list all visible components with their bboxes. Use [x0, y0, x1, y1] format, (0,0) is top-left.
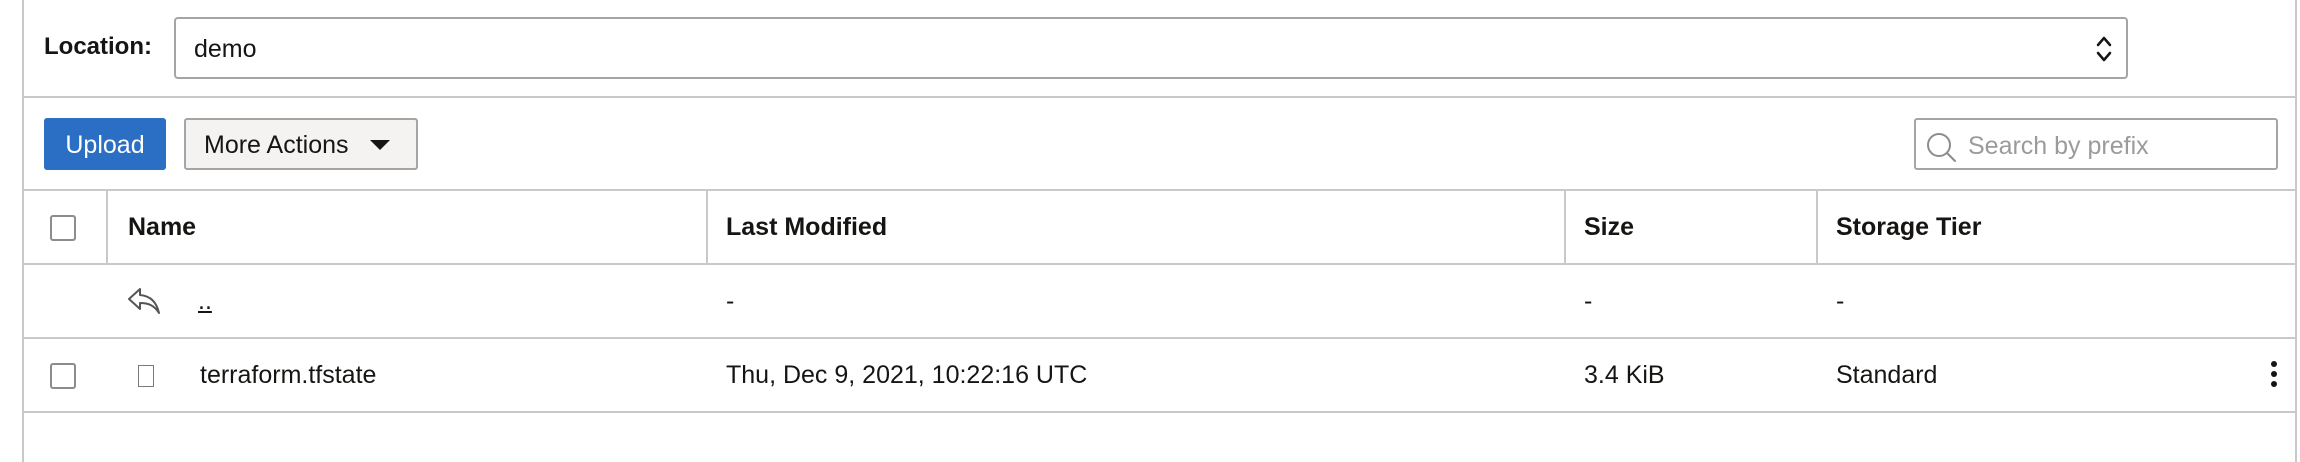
- parent-name-cell: ..: [108, 265, 708, 337]
- object-storage-tier: Standard: [1836, 361, 1938, 389]
- header-size[interactable]: Size: [1566, 191, 1818, 263]
- header-last-modified[interactable]: Last Modified: [708, 191, 1566, 263]
- parent-storage-tier: -: [1836, 287, 1845, 315]
- parent-folder-row: .. - - -: [24, 265, 2295, 339]
- chevron-up-down-icon: [2096, 36, 2112, 62]
- object-last-modified: Thu, Dec 9, 2021, 10:22:16 UTC: [726, 361, 1088, 389]
- search-input[interactable]: [1966, 126, 2270, 166]
- search-icon: [1927, 133, 1956, 162]
- location-select-value: demo: [194, 35, 257, 63]
- reply-arrow-icon: [128, 288, 160, 314]
- select-all-checkbox[interactable]: [50, 215, 76, 241]
- parent-last-modified: -: [726, 287, 735, 315]
- parent-folder-link[interactable]: ..: [198, 265, 212, 337]
- kebab-menu-icon[interactable]: [2268, 361, 2280, 391]
- more-actions-button[interactable]: More Actions: [184, 118, 418, 170]
- location-row: Location: demo: [24, 0, 2295, 98]
- bucket-objects-panel: Location: demo Upload More Actions Searc…: [22, 0, 2297, 462]
- header-select-cell: [24, 191, 108, 263]
- table-row: terraform.tfstate Thu, Dec 9, 2021, 10:2…: [24, 339, 2295, 413]
- object-size: 3.4 KiB: [1584, 361, 1665, 389]
- search-box[interactable]: [1914, 118, 2278, 170]
- header-storage-tier[interactable]: Storage Tier: [1818, 191, 2218, 263]
- more-actions-label: More Actions: [204, 131, 349, 159]
- row-select-cell: [24, 339, 108, 411]
- toolbar: Upload More Actions: [24, 98, 2295, 191]
- row-checkbox[interactable]: [50, 363, 76, 389]
- file-icon: [138, 365, 154, 387]
- table-header-row: Name Last Modified Size Storage Tier: [24, 191, 2295, 265]
- location-label: Location:: [44, 33, 152, 60]
- upload-button[interactable]: Upload: [44, 118, 166, 170]
- caret-down-icon: [370, 140, 390, 150]
- object-name-cell: terraform.tfstate: [108, 339, 708, 411]
- header-name[interactable]: Name: [108, 191, 708, 263]
- objects-table: Name Last Modified Size Storage Tier .. …: [24, 191, 2295, 413]
- object-name[interactable]: terraform.tfstate: [200, 339, 376, 411]
- location-select[interactable]: demo: [174, 17, 2128, 79]
- parent-size: -: [1584, 287, 1593, 315]
